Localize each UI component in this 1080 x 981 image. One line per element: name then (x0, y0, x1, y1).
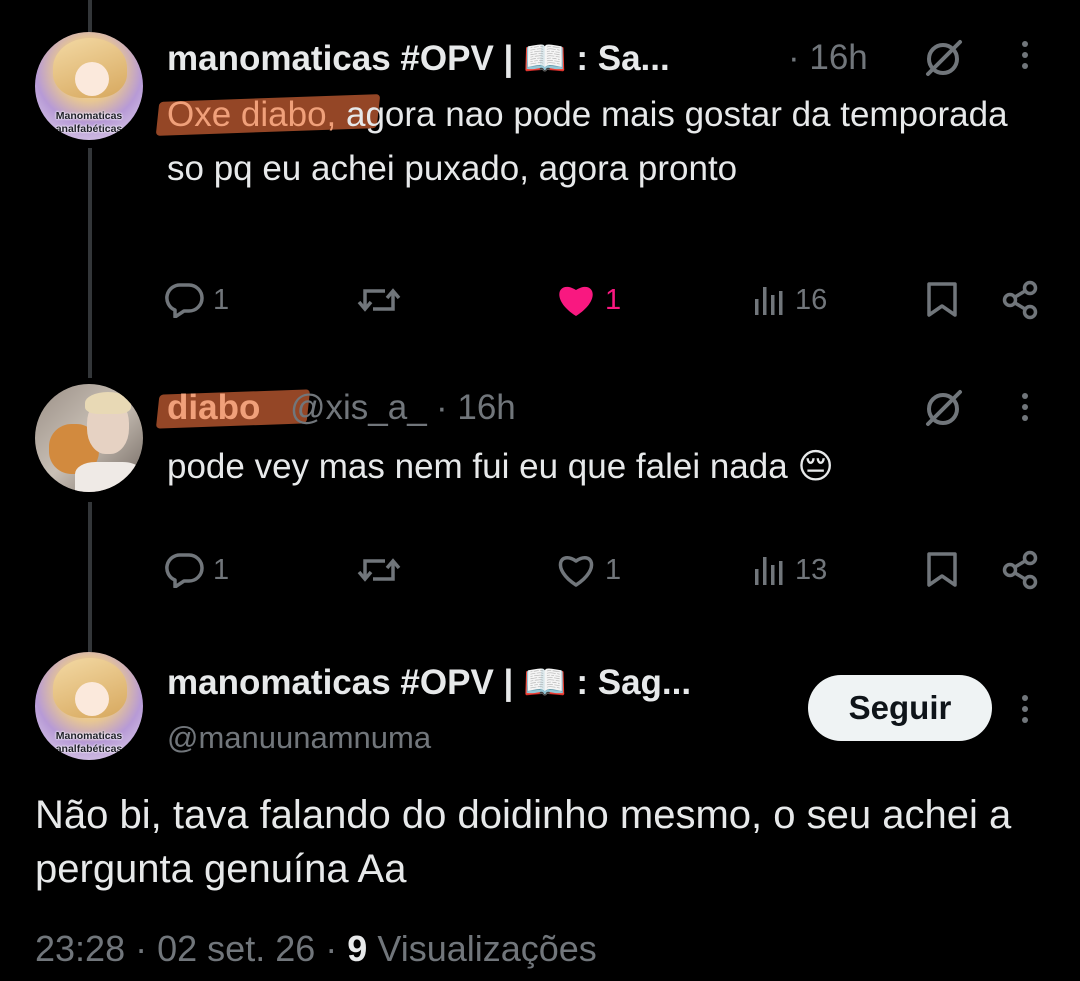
tweet-date[interactable]: 02 set. 26 (157, 928, 315, 969)
bookmark-button[interactable] (925, 550, 959, 590)
follow-button[interactable]: Seguir (808, 675, 992, 741)
grok-icon[interactable] (922, 388, 964, 430)
retweet-button[interactable] (357, 280, 401, 320)
reply-tweet-2[interactable]: diabo @xis_a_ · 16h pode vey mas nem fui… (0, 350, 1080, 650)
retweet-icon (357, 282, 401, 318)
avatar[interactable] (35, 384, 143, 492)
like-button[interactable]: 1 (555, 550, 621, 590)
reply-button[interactable]: 1 (165, 280, 229, 320)
retweet-button[interactable] (357, 550, 401, 590)
author-handle[interactable]: @xis_a_ (290, 388, 427, 428)
tweet-time[interactable]: 23:28 (35, 928, 125, 969)
timestamp[interactable]: · 16h (788, 38, 868, 78)
reply-icon (165, 552, 205, 588)
reply-icon (165, 282, 205, 318)
action-bar: 1 1 16 (165, 280, 1045, 320)
heart-filled-icon (555, 281, 597, 319)
avatar[interactable]: Manomaticas analfabéticas (35, 32, 143, 140)
avatar[interactable]: Manomaticas analfabéticas (35, 652, 143, 760)
more-options-icon[interactable] (1015, 690, 1035, 728)
tweet-text: pode vey mas nem fui eu que falei nada 😔 (167, 447, 834, 486)
avatar-watermark-1: Manomaticas (55, 730, 123, 742)
more-options-icon[interactable] (1015, 388, 1035, 426)
avatar-watermark-2: analfabéticas (55, 743, 123, 755)
heart-outline-icon (555, 551, 597, 589)
tweet-footer: 23:28 · 02 set. 26 · 9 Visualizações (35, 928, 597, 969)
timestamp[interactable]: · 16h (436, 388, 516, 428)
grok-icon[interactable] (922, 38, 964, 80)
author-name[interactable]: manomaticas #OPV | 📖 : Sag... (167, 662, 691, 703)
views-count: 9 (347, 928, 368, 969)
share-icon (1001, 550, 1041, 590)
like-button[interactable]: 1 (555, 280, 621, 320)
retweet-icon (357, 552, 401, 588)
tweet-text: Oxe diabo, agora nao pode mais gostar da… (167, 95, 1008, 188)
author-handle[interactable]: @manuunamnuma (167, 720, 431, 756)
avatar-watermark-2: analfabéticas (55, 123, 123, 135)
action-bar: 1 1 13 (165, 550, 1045, 590)
avatar-watermark-1: Manomaticas (55, 110, 123, 122)
reply-tweet-1[interactable]: Manomaticas analfabéticas manomaticas #O… (0, 0, 1080, 350)
share-icon (1001, 280, 1041, 320)
views-label: Visualizações (377, 928, 597, 969)
bookmark-button[interactable] (925, 280, 959, 320)
views-button[interactable]: 16 (753, 280, 827, 320)
bookmark-icon (925, 281, 959, 319)
analytics-icon (753, 283, 787, 317)
highlighted-text: Oxe diabo, (167, 95, 337, 134)
share-button[interactable] (1001, 280, 1041, 320)
tweet-text: Não bi, tava falando do doidinho mesmo, … (35, 793, 1012, 891)
reply-button[interactable]: 1 (165, 550, 229, 590)
analytics-icon (753, 553, 787, 587)
author-name[interactable]: diabo (167, 388, 260, 428)
more-options-icon[interactable] (1015, 36, 1035, 74)
views-button[interactable]: 13 (753, 550, 827, 590)
bookmark-icon (925, 551, 959, 589)
author-name[interactable]: manomaticas #OPV | 📖 : Sa... (167, 38, 670, 79)
share-button[interactable] (1001, 550, 1041, 590)
